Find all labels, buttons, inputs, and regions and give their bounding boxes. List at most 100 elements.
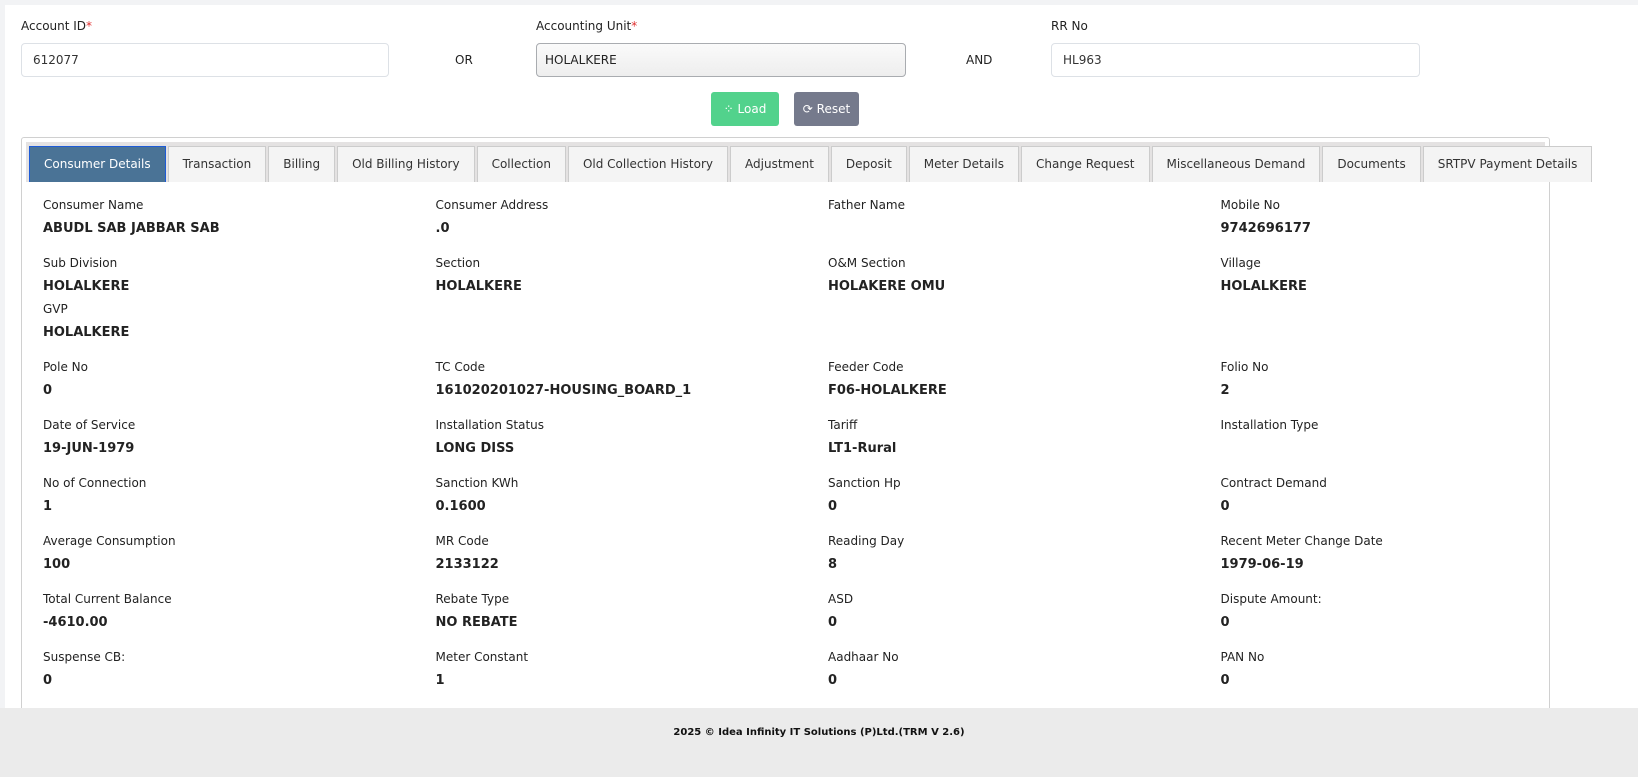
account-id-input[interactable]: 612077 [21,43,389,77]
field-label: Section [435,256,481,270]
field-value: 0 [43,383,53,398]
detail-field: Dispute Amount: 0 [1221,590,1614,648]
detail-field: Folio No 2 [1221,358,1614,416]
tab-bar: Consumer Details Transaction Billing Old Bi… [26,142,1593,182]
details-row: Date of Service 19-JUN-1979 Installation S… [43,416,1613,474]
field-value: 19-JUN-1979 [43,441,135,456]
field-value: LT1-Rural [828,441,897,456]
accounting-unit-select[interactable]: HOLALKERE [536,43,906,77]
field-value: 0 [1220,615,1230,630]
tab-meter-details[interactable]: Meter Details [908,146,1019,182]
field-label: Sanction Hp [828,476,901,490]
field-value [1221,435,1614,462]
field-value: 9742696177 [1220,221,1311,236]
field-label: Contract Demand [1220,476,1327,490]
detail-field: Mobile No 9742696177 [1221,196,1614,254]
detail-field: MR Code 2133122 [436,532,829,590]
detail-field: TC Code 161020201027-HOUSING_BOARD_1 [436,358,829,416]
field-label: ASD [828,592,854,606]
field-value: 161020201027-HOUSING_BOARD_1 [435,383,692,398]
tab-old-billing-history[interactable]: Old Billing History [337,146,475,182]
field-label: PAN No [1220,650,1265,664]
field-value: 1979-06-19 [1220,557,1304,572]
field-label: Recent Meter Change Date [1220,534,1383,548]
detail-field: Installation Type [1221,416,1614,474]
tab-old-collection-history[interactable]: Old Collection History [567,146,729,182]
consumer-details-grid: Consumer Name ABUDL SAB JABBAR SAB Consume… [43,196,1613,764]
field-label: O&M Section [828,256,906,270]
field-label: TC Code [435,360,486,374]
field-label: Dispute Amount: [1220,592,1322,606]
detail-field: PAN No 0 [1221,648,1614,706]
field-value: HOLALKERE [435,279,522,294]
field-label: Father Name [828,198,905,212]
field-value: HOLALKERE [1220,279,1307,294]
field-value: HOLALKERE [43,279,130,294]
load-button[interactable]: ⁘ Load [711,92,779,126]
field-value: 0.1600 [435,499,486,514]
rr-no-label: RR No [1051,19,1088,33]
tab-transaction[interactable]: Transaction [167,146,267,182]
field-label: Aadhaar No [828,650,899,664]
tab-documents[interactable]: Documents [1322,146,1421,182]
tab-consumer-details[interactable]: Consumer Details [29,146,166,182]
tab-billing[interactable]: Billing [268,146,336,182]
field-value: NO REBATE [435,615,518,630]
tab-adjustment[interactable]: Adjustment [730,146,829,182]
detail-field: Rebate Type NO REBATE [436,590,829,648]
details-row: Consumer Name ABUDL SAB JABBAR SAB Consume… [43,196,1613,254]
field-value: 0 [43,673,53,688]
detail-field: Sub Division HOLALKERE GVP HOLALKERE [43,254,436,358]
detail-field: Tariff LT1-Rural [828,416,1221,474]
detail-field: Section HOLALKERE [436,254,829,358]
top-border [0,0,1638,5]
field-label: Suspense CB: [43,650,126,664]
tab-collection[interactable]: Collection [476,146,566,182]
field-value: 1 [43,499,53,514]
field-label: Sub Division [43,256,118,270]
field-label: Feeder Code [828,360,904,374]
field-value: LONG DISS [435,441,515,456]
field-value: 8 [828,557,838,572]
detail-field: Average Consumption 100 [43,532,436,590]
field-label: MR Code [435,534,489,548]
tab-change-request[interactable]: Change Request [1020,146,1150,182]
detail-field: No of Connection 1 [43,474,436,532]
detail-field: O&M Section HOLAKERE OMU [828,254,1221,358]
accounting-unit-label: Accounting Unit* [536,19,638,33]
detail-field: Contract Demand 0 [1221,474,1614,532]
field-label: Consumer Address [435,198,549,212]
field-value: 0 [828,499,838,514]
field-value: 0 [828,615,838,630]
field-label: Folio No [1220,360,1269,374]
detail-field: Village HOLALKERE [1221,254,1614,358]
field-label: Pole No [43,360,88,374]
field-label: Reading Day [828,534,905,548]
reset-button[interactable]: ⟳ Reset [794,92,859,126]
field-value: -4610.00 [43,615,108,630]
detail-field: Reading Day 8 [828,532,1221,590]
tab-deposit[interactable]: Deposit [830,146,907,182]
detail-field: Sanction Hp 0 [828,474,1221,532]
field-value: 0 [1220,673,1230,688]
field-value: 2 [1220,383,1230,398]
detail-field: Consumer Name ABUDL SAB JABBAR SAB [43,196,436,254]
detail-field: Installation Status LONG DISS [436,416,829,474]
detail-field: Feeder Code F06-HOLALKERE [828,358,1221,416]
left-border [0,0,5,777]
rr-no-input[interactable]: HL963 [1051,43,1420,77]
field-value: 1 [435,673,445,688]
detail-field: Meter Constant 1 [436,648,829,706]
and-label: AND [966,53,993,67]
field-label: Consumer Name [43,198,144,212]
field-value: ABUDL SAB JABBAR SAB [43,221,220,236]
field-label: Average Consumption [43,534,176,548]
field-value: F06-HOLALKERE [828,383,947,398]
field-label: Tariff [828,418,858,432]
tab-srtpv-payment-details[interactable]: SRTPV Payment Details [1422,146,1593,182]
detail-field: Father Name [828,196,1221,254]
tab-miscellaneous-demand[interactable]: Miscellaneous Demand [1151,146,1321,182]
details-row: Suspense CB: 0 Meter Constant 1 Aadhaar No 0 P… [43,648,1613,706]
field-value: .0 [435,221,450,236]
footer: 2025 © Idea Infinity IT Solutions (P)Ltd… [0,708,1638,777]
